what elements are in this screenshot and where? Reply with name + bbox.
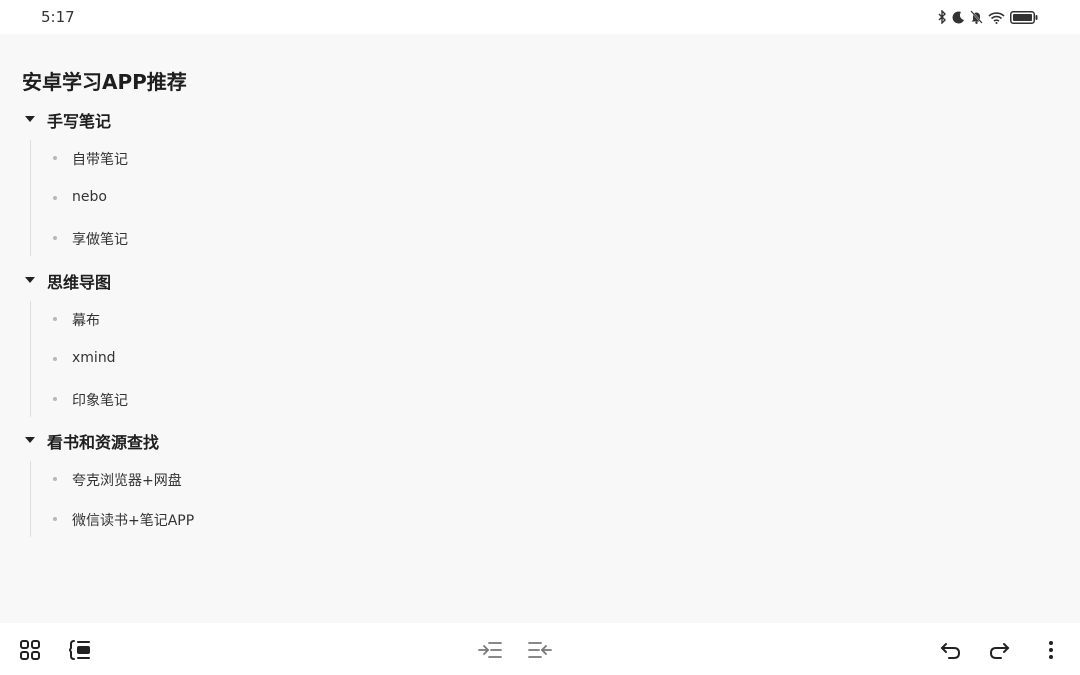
list-item-label: 享做笔记	[72, 232, 128, 248]
moon-icon	[952, 9, 965, 28]
redo-icon[interactable]	[988, 639, 1010, 661]
list-item-label: 微信读书+笔记APP	[72, 513, 195, 529]
wifi-icon	[988, 9, 1005, 28]
section-title[interactable]: 思维导图	[47, 269, 111, 293]
status-icons	[937, 9, 1038, 28]
section-title[interactable]: 手写笔记	[47, 108, 111, 132]
collapse-caret-icon[interactable]	[25, 437, 35, 443]
bullet-icon[interactable]	[53, 196, 57, 200]
status-bar: 5:17	[0, 0, 1080, 34]
list-item-label: 印象笔记	[72, 393, 128, 409]
section-header[interactable]: 看书和资源查找	[0, 428, 300, 452]
grid-icon[interactable]	[19, 639, 41, 661]
list-item[interactable]: 自带笔记	[0, 147, 400, 169]
document-title[interactable]: 安卓学习APP推荐	[22, 66, 187, 95]
bullet-icon[interactable]	[53, 517, 57, 521]
battery-icon	[1010, 9, 1038, 28]
section-title[interactable]: 看书和资源查找	[47, 429, 159, 453]
list-item[interactable]: xmind	[0, 348, 400, 370]
collapse-caret-icon[interactable]	[25, 277, 35, 283]
list-item[interactable]: 幕布	[0, 308, 400, 330]
bullet-icon[interactable]	[53, 317, 57, 321]
collapse-caret-icon[interactable]	[25, 116, 35, 122]
more-icon[interactable]	[1040, 639, 1062, 661]
document-area: 安卓学习APP推荐 手写笔记 自带笔记 nebo 享做笔记 思维导图 幕布 xm…	[0, 34, 1080, 623]
outdent-icon[interactable]	[528, 639, 552, 661]
undo-icon[interactable]	[940, 639, 962, 661]
section-header[interactable]: 思维导图	[0, 268, 300, 292]
list-item-label: nebo	[72, 189, 107, 205]
list-item[interactable]: 印象笔记	[0, 388, 400, 410]
section-header[interactable]: 手写笔记	[0, 107, 300, 131]
list-item-label: xmind	[72, 350, 116, 366]
bluetooth-icon	[937, 9, 947, 28]
bullet-icon[interactable]	[53, 156, 57, 160]
list-item[interactable]: nebo	[0, 187, 400, 209]
list-item[interactable]: 享做笔记	[0, 227, 400, 249]
bell-off-icon	[970, 9, 983, 28]
bottom-toolbar	[0, 623, 1080, 675]
list-item-label: 幕布	[72, 313, 100, 329]
bullet-icon[interactable]	[53, 357, 57, 361]
bullet-icon[interactable]	[53, 236, 57, 240]
list-item[interactable]: 微信读书+笔记APP	[0, 508, 400, 530]
list-item-label: 夸克浏览器+网盘	[72, 473, 182, 489]
list-item[interactable]: 夸克浏览器+网盘	[0, 468, 400, 490]
indent-icon[interactable]	[478, 639, 502, 661]
bullet-icon[interactable]	[53, 477, 57, 481]
bullet-icon[interactable]	[53, 397, 57, 401]
list-item-label: 自带笔记	[72, 152, 128, 168]
status-time: 5:17	[41, 8, 75, 26]
outline-icon[interactable]	[68, 639, 91, 661]
